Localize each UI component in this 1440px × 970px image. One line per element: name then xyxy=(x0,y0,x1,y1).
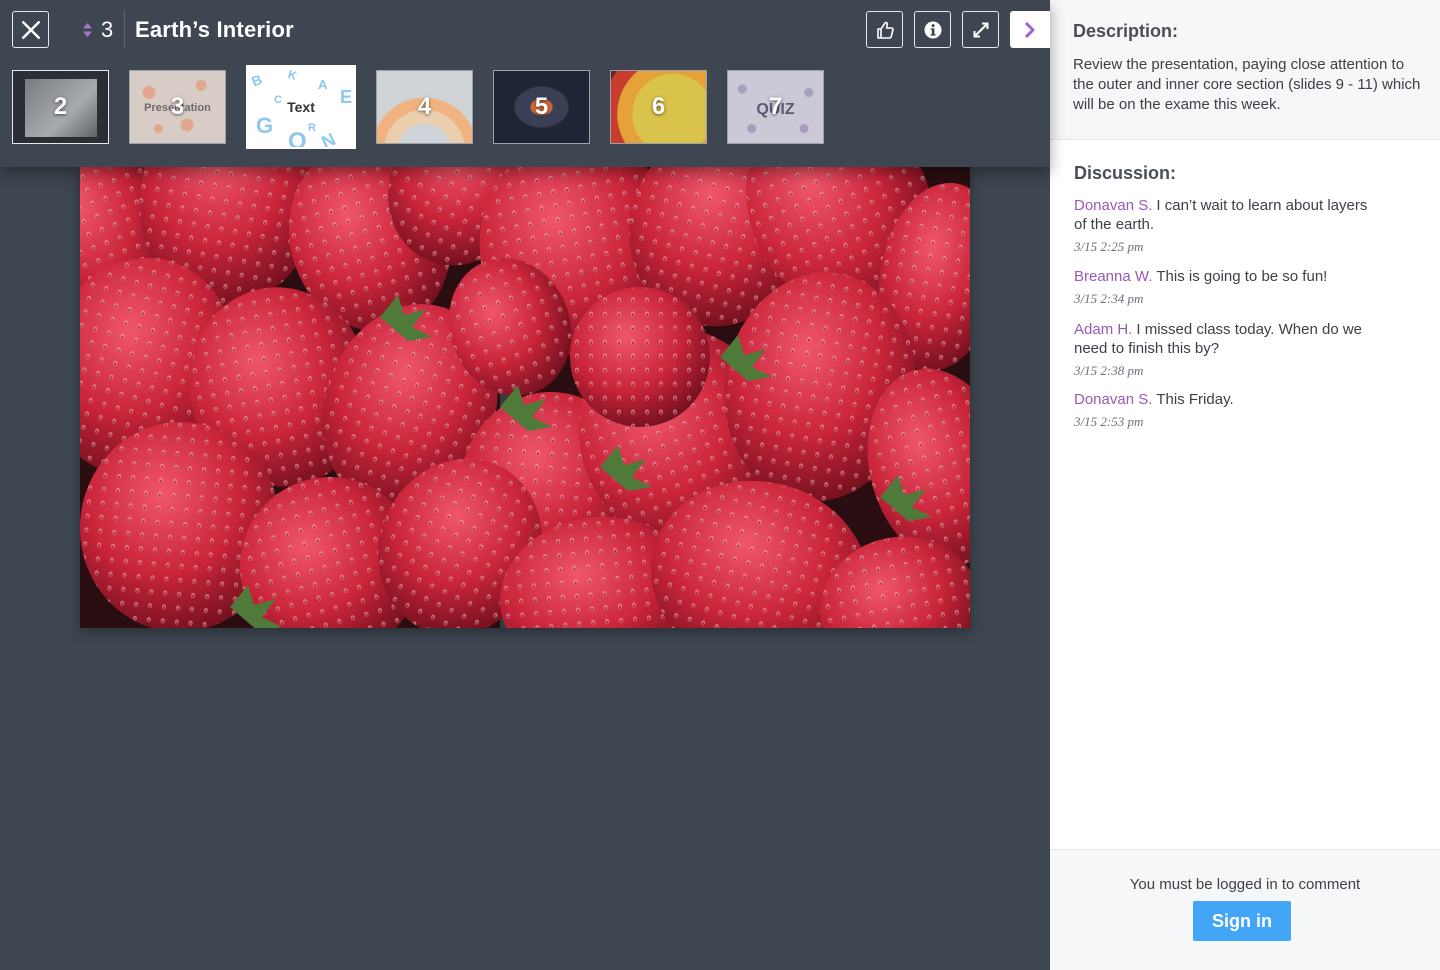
toggle-panel-button[interactable] xyxy=(1010,11,1050,48)
slide-thumbnail-7[interactable]: QUIZ 7 xyxy=(727,70,824,144)
fullscreen-button[interactable] xyxy=(962,11,999,48)
info-icon xyxy=(924,21,941,38)
comment-item: Breanna W. This is going to be so fun! 3/… xyxy=(1074,267,1374,308)
comment-item: Donavan S. I can’t wait to learn about la… xyxy=(1074,196,1374,256)
description-heading: Description: xyxy=(1073,21,1179,41)
description-text: Review the presentation, paying close at… xyxy=(1073,56,1421,113)
close-icon xyxy=(21,20,40,39)
slide-thumbnail-6[interactable]: 6 xyxy=(610,70,707,144)
comment-text: This Friday. xyxy=(1156,391,1234,408)
comment-footer: You must be logged in to comment Sign in xyxy=(1050,849,1440,970)
svg-text:R: R xyxy=(308,122,316,134)
svg-text:O: O xyxy=(288,128,307,149)
comment-item: Donavan S. This Friday. 3/15 2:53 pm xyxy=(1074,390,1374,431)
strawberries-photo xyxy=(80,167,970,628)
chevron-right-icon xyxy=(1024,21,1035,38)
side-panel: Description: Review the presentation, pa… xyxy=(1050,0,1440,970)
comment-timestamp: 3/15 2:38 pm xyxy=(1074,363,1144,378)
slide-thumbnail-3[interactable]: Presentation 3 xyxy=(129,70,226,144)
close-button[interactable] xyxy=(12,11,49,48)
slide-thumbnail-2[interactable]: 2 xyxy=(12,70,109,144)
thumbnail-number: 3 xyxy=(170,93,185,120)
thumbnail-caption: Text xyxy=(287,99,315,115)
discussion-heading: Discussion: xyxy=(1074,163,1177,183)
like-button[interactable] xyxy=(866,11,903,48)
sign-in-button[interactable]: Sign in xyxy=(1193,901,1291,941)
slide-thumbnail-text[interactable]: B K A E G O N C R Text xyxy=(246,65,356,149)
login-required-message: You must be logged in to comment xyxy=(1129,876,1361,893)
comment-author[interactable]: Breanna W. xyxy=(1074,268,1152,285)
page-title: Earth’s Interior xyxy=(135,17,294,42)
comment-timestamp: 3/15 2:53 pm xyxy=(1074,414,1144,429)
thumbs-up-icon xyxy=(876,21,894,39)
description-section: Description: Review the presentation, pa… xyxy=(1050,0,1440,140)
comment-timestamp: 3/15 2:34 pm xyxy=(1074,291,1144,306)
comment-author[interactable]: Donavan S. xyxy=(1074,391,1152,408)
current-slide-number: 3 xyxy=(101,17,114,42)
svg-text:A: A xyxy=(318,77,328,92)
svg-text:G: G xyxy=(256,113,273,138)
sort-arrows-icon[interactable] xyxy=(82,22,93,38)
comment-timestamp: 3/15 2:25 pm xyxy=(1074,239,1144,254)
slide-thumbnail-5[interactable]: 5 xyxy=(493,70,590,144)
thumbnail-number: 7 xyxy=(768,93,783,120)
title-divider xyxy=(124,10,125,48)
expand-icon xyxy=(973,22,988,37)
comment-author[interactable]: Adam H. xyxy=(1074,321,1132,338)
slide-image-strawberries xyxy=(80,167,970,628)
comment-text: This is going to be so fun! xyxy=(1156,268,1328,285)
thumbnail-number: 6 xyxy=(651,93,666,120)
presentation-viewer: 3 Earth’s Interior 2 Presentation 3 B K … xyxy=(0,0,1050,970)
slide-thumbnail-4[interactable]: 4 xyxy=(376,70,473,144)
svg-text:K: K xyxy=(286,67,298,83)
comment-item: Adam H. I missed class today. When do we … xyxy=(1074,320,1374,380)
thumbnail-number: 4 xyxy=(417,93,432,120)
viewer-toolbar: 3 Earth’s Interior 2 Presentation 3 B K … xyxy=(0,0,1050,167)
thumbnail-number: 2 xyxy=(53,93,68,120)
svg-text:B: B xyxy=(249,71,264,89)
thumbnail-number: 5 xyxy=(534,93,549,120)
info-button[interactable] xyxy=(914,11,951,48)
comment-author[interactable]: Donavan S. xyxy=(1074,197,1152,214)
svg-text:N: N xyxy=(318,129,338,149)
